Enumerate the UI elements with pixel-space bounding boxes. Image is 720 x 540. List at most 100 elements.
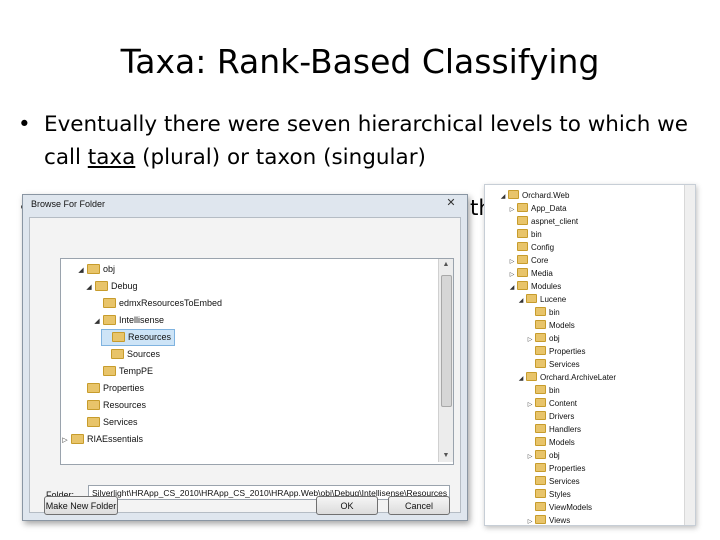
- tree-item[interactable]: Properties: [77, 381, 144, 396]
- expand-icon[interactable]: ◢: [85, 280, 93, 295]
- explorer-item-label: bin: [531, 230, 542, 239]
- folder-icon: [535, 489, 546, 499]
- expand-icon[interactable]: ◢: [517, 293, 525, 310]
- tree-item[interactable]: edmxResourcesToEmbed: [93, 296, 222, 311]
- make-new-folder-button[interactable]: Make New Folder: [44, 496, 118, 515]
- explorer-item-label: Lucene: [540, 295, 567, 304]
- ok-button[interactable]: OK: [316, 496, 378, 515]
- expand-icon[interactable]: ▷: [61, 433, 69, 448]
- expand-icon[interactable]: ◢: [508, 280, 516, 297]
- tree-item-label: Services: [103, 417, 138, 427]
- explorer-item-label: Models: [549, 321, 575, 330]
- folder-icon: [87, 382, 100, 393]
- scroll-up-icon[interactable]: ▲: [439, 259, 453, 271]
- tree-item-label: Intellisense: [119, 315, 165, 325]
- folder-icon: [111, 348, 124, 359]
- tree-item[interactable]: ▷ RIAEssentials: [61, 432, 143, 447]
- scroll-down-icon[interactable]: ▼: [439, 450, 453, 462]
- tree-item-label: TempPE: [119, 366, 154, 376]
- explorer-scrollbar[interactable]: [684, 185, 695, 525]
- explorer-item[interactable]: ▷ Views: [526, 512, 570, 525]
- tree-item[interactable]: Sources: [101, 347, 160, 362]
- folder-icon: [103, 365, 116, 376]
- explorer-item-label: Orchard.Web: [522, 191, 570, 200]
- folder-icon: [95, 280, 108, 291]
- tree-item[interactable]: Services: [77, 415, 138, 430]
- folder-icon: [508, 190, 519, 200]
- explorer-item-label: Orchard.ArchiveLater: [540, 373, 617, 382]
- cancel-button[interactable]: Cancel: [388, 496, 450, 515]
- explorer-item-label: Properties: [549, 464, 586, 473]
- expand-icon[interactable]: ▷: [526, 514, 534, 525]
- folder-icon: [535, 307, 546, 317]
- bullet-list: • Eventually there were seven hierarchic…: [18, 108, 708, 174]
- expand-icon[interactable]: ◢: [93, 314, 101, 329]
- explorer-item-label: obj: [549, 334, 560, 343]
- folder-icon: [535, 463, 546, 473]
- explorer-item-label: Handlers: [549, 425, 582, 434]
- tree-item-label: RIAEssentials: [87, 434, 144, 444]
- slide-title: Taxa: Rank-Based Classifying: [120, 42, 600, 81]
- expand-icon[interactable]: ◢: [77, 263, 85, 278]
- folder-icon: [535, 476, 546, 486]
- expand-icon[interactable]: ◢: [499, 189, 507, 206]
- folder-icon: [112, 331, 125, 342]
- explorer-item-label: Services: [549, 477, 580, 486]
- folder-icon: [526, 294, 537, 304]
- tree-item[interactable]: TempPE: [93, 364, 153, 379]
- folder-icon: [517, 255, 528, 265]
- explorer-item-label: bin: [549, 308, 560, 317]
- tree-item-selected[interactable]: Resources: [101, 329, 176, 346]
- explorer-item-label: bin: [549, 386, 560, 395]
- folder-icon: [517, 242, 528, 252]
- tree-item-label: Properties: [103, 383, 145, 393]
- folder-icon: [535, 437, 546, 447]
- folder-icon: [535, 450, 546, 460]
- folder-icon: [103, 297, 116, 308]
- bullet-dot: •: [18, 112, 31, 137]
- folder-icon: [526, 372, 537, 382]
- close-icon[interactable]: ✕: [441, 197, 461, 210]
- folder-icon: [87, 416, 100, 427]
- explorer-item-label: ViewModels: [549, 503, 592, 512]
- tree-item[interactable]: ◢ Debug: [85, 279, 138, 294]
- browse-folder-dialog: Browse For Folder ✕ ◢ obj ◢ Debug edmxReso…: [22, 194, 468, 521]
- folder-icon: [71, 433, 84, 444]
- folder-icon: [535, 359, 546, 369]
- folder-icon: [535, 515, 546, 525]
- folder-icon: [517, 229, 528, 239]
- tree-item-label: Resources: [128, 332, 172, 342]
- folder-icon: [535, 502, 546, 512]
- explorer-item-label: Media: [531, 269, 553, 278]
- explorer-item-label: Styles: [549, 490, 571, 499]
- folder-icon: [517, 216, 528, 226]
- vertical-scrollbar[interactable]: ▲ ▼: [438, 259, 453, 462]
- explorer-item-label: Services: [549, 360, 580, 369]
- tree-item[interactable]: Resources: [77, 398, 146, 413]
- explorer-item-label: Models: [549, 438, 575, 447]
- folder-icon: [87, 399, 100, 410]
- tree-item[interactable]: ◢ Intellisense: [93, 313, 164, 328]
- folder-icon: [535, 424, 546, 434]
- tree-item-label: Debug: [111, 281, 138, 291]
- expand-icon[interactable]: ◢: [517, 371, 525, 388]
- folder-icon: [535, 385, 546, 395]
- folder-icon: [87, 263, 100, 274]
- dialog-title: Browse For Folder: [31, 199, 106, 209]
- tree-item-label: Sources: [127, 349, 161, 359]
- tree-item-label: Resources: [103, 400, 147, 410]
- explorer-item-label: Config: [531, 243, 555, 252]
- folder-icon: [103, 314, 116, 325]
- folder-icon: [535, 398, 546, 408]
- explorer-item-label: Content: [549, 399, 578, 408]
- tree-item[interactable]: ◢ obj: [77, 262, 115, 277]
- explorer-item-label: Drivers: [549, 412, 575, 421]
- bullet-item: • Eventually there were seven hierarchic…: [18, 108, 708, 174]
- dialog-body: ◢ obj ◢ Debug edmxResourcesToEmbed ◢ Intell…: [29, 217, 461, 515]
- scroll-thumb[interactable]: [441, 275, 452, 407]
- explorer-item-label: App_Data: [531, 204, 567, 213]
- solution-explorer-tree[interactable]: ◢ Orchard.Web ▷ App_Data aspnet_client bin Con…: [484, 184, 696, 526]
- folder-tree[interactable]: ◢ obj ◢ Debug edmxResourcesToEmbed ◢ Intell…: [60, 258, 454, 465]
- explorer-item-label: Modules: [531, 282, 562, 291]
- folder-icon: [517, 281, 528, 291]
